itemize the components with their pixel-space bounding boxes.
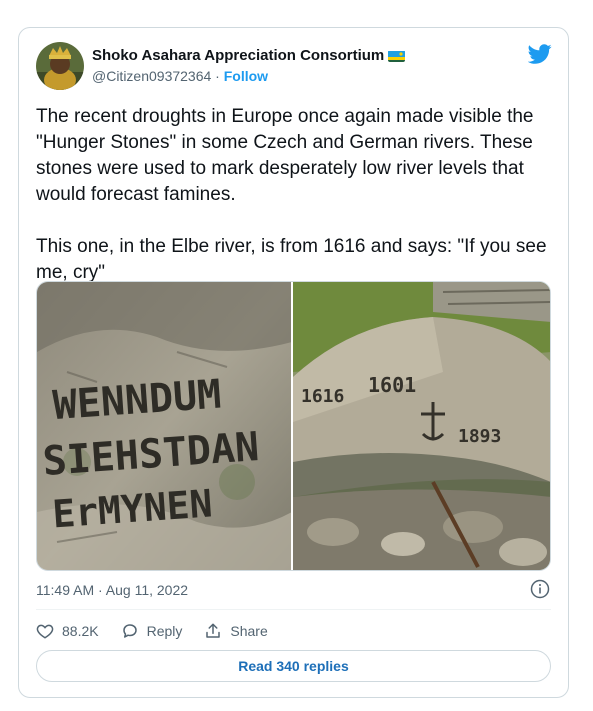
author-handle-row: @Citizen09372364 · Follow [92,68,268,84]
heart-icon [36,624,54,639]
avatar[interactable] [36,42,84,90]
handle-separator: · [211,68,224,84]
reply-icon [122,624,137,638]
like-count: 88.2K [62,623,99,639]
share-icon [206,623,221,638]
tweet-timestamp[interactable]: 11:49 AM · Aug 11, 2022 [36,582,188,598]
share-label: Share [230,623,268,639]
share-button[interactable]: Share [204,622,268,640]
reply-label: Reply [146,623,183,639]
author-handle[interactable]: @Citizen09372364 [92,68,211,84]
read-replies-button[interactable]: Read 340 replies [36,650,551,682]
reply-button[interactable]: Reply [121,622,183,640]
tweet-media[interactable]: WENNDUM SIEHSTDAN ErMYNEN 1616 1601 1893 [36,281,551,571]
riverbed-inscription-2: 1601 [368,373,416,397]
tweet-actions: 88.2K Reply Share [36,622,290,640]
rwanda-flag-icon [388,50,406,62]
riverbed-inscription-1: 1616 [301,386,344,407]
tweet-text: The recent droughts in Europe once again… [36,106,547,283]
hunger-stone-closeup-photo[interactable]: WENNDUM SIEHSTDAN ErMYNEN [37,282,291,570]
hunger-stone-riverbed-photo[interactable]: 1616 1601 1893 [293,282,550,570]
author-name[interactable]: Shoko Asahara Appreciation Consortium [92,47,406,64]
follow-button[interactable]: Follow [224,68,268,84]
like-button[interactable]: 88.2K [36,622,99,640]
author-name-text[interactable]: Shoko Asahara Appreciation Consortium [92,47,384,64]
tweet-card: Shoko Asahara Appreciation Consortium @C… [18,27,569,698]
twitter-bird-icon[interactable] [528,42,552,66]
info-icon[interactable] [530,579,550,599]
divider [36,609,551,610]
riverbed-inscription-3: 1893 [458,426,501,447]
